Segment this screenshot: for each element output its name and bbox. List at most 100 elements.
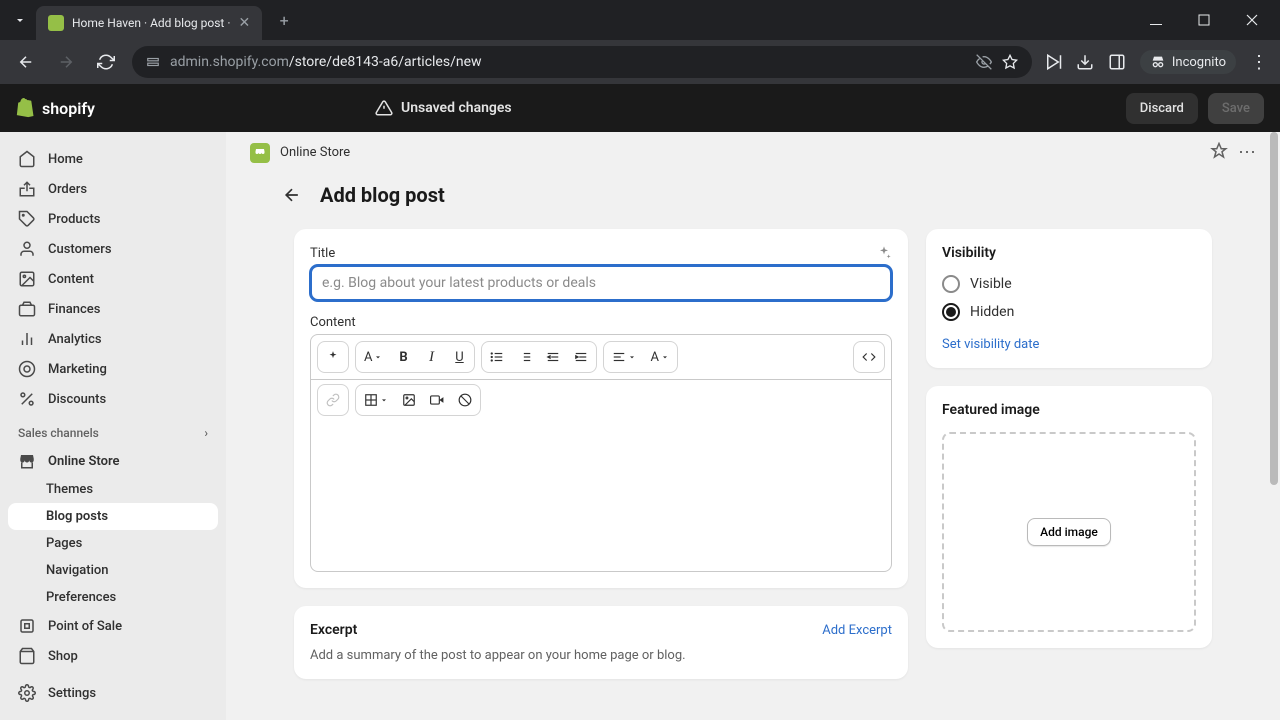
nav-orders[interactable]: Orders xyxy=(8,174,218,204)
page-title: Add blog post xyxy=(320,183,445,207)
rte-color[interactable]: A xyxy=(644,344,674,370)
add-image-button[interactable]: Add image xyxy=(1027,518,1111,546)
shop-icon xyxy=(18,647,36,665)
shopify-bag-icon xyxy=(16,97,36,119)
chevron-right-icon[interactable]: › xyxy=(204,426,208,440)
close-window[interactable] xyxy=(1232,4,1272,36)
nav-navigation[interactable]: Navigation xyxy=(8,557,218,584)
nav-settings[interactable]: Settings xyxy=(8,678,218,708)
rte-align[interactable] xyxy=(606,344,642,370)
media-control-icon[interactable] xyxy=(1044,53,1062,71)
eye-off-icon[interactable] xyxy=(976,54,992,70)
address-bar[interactable]: admin.shopify.com/store/de8143-a6/articl… xyxy=(132,46,1032,78)
browser-back[interactable] xyxy=(12,48,40,76)
rte-underline[interactable]: U xyxy=(446,344,472,370)
browser-forward[interactable] xyxy=(52,48,80,76)
title-label: Title xyxy=(310,246,335,261)
finances-icon xyxy=(18,300,36,318)
ai-sparkle-icon[interactable] xyxy=(876,245,892,261)
nav-products[interactable]: Products xyxy=(8,204,218,234)
incognito-badge[interactable]: Incognito xyxy=(1140,50,1236,74)
close-tab-icon[interactable]: ✕ xyxy=(238,15,250,31)
new-tab-button[interactable]: + xyxy=(270,6,298,34)
rte-html[interactable] xyxy=(856,344,882,370)
nav-themes[interactable]: Themes xyxy=(8,476,218,503)
maximize-window[interactable] xyxy=(1184,4,1224,36)
unsaved-indicator: Unsaved changes xyxy=(375,99,512,117)
store-icon xyxy=(18,452,36,470)
incognito-icon xyxy=(1150,54,1166,70)
nav-pos[interactable]: Point of Sale xyxy=(8,611,218,641)
nav-online-store[interactable]: Online Store xyxy=(8,446,218,476)
rte-video[interactable] xyxy=(424,387,450,413)
visible-radio[interactable]: Visible xyxy=(942,275,1196,293)
pin-icon[interactable] xyxy=(1210,142,1228,160)
nav-customers[interactable]: Customers xyxy=(8,234,218,264)
rte-image[interactable] xyxy=(396,387,422,413)
content-editor[interactable] xyxy=(310,422,892,572)
browser-menu[interactable]: ⋮ xyxy=(1250,52,1268,73)
rte-number-list[interactable] xyxy=(512,344,538,370)
sidepanel-icon[interactable] xyxy=(1108,53,1126,71)
image-dropzone[interactable]: Add image xyxy=(942,432,1196,632)
discounts-icon xyxy=(18,390,36,408)
rte-indent[interactable] xyxy=(568,344,594,370)
content-icon xyxy=(18,270,36,288)
back-button[interactable] xyxy=(278,181,306,209)
nav-marketing[interactable]: Marketing xyxy=(8,354,218,384)
home-icon xyxy=(18,150,36,168)
marketing-icon xyxy=(18,360,36,378)
rte-clear[interactable] xyxy=(452,387,478,413)
bookmark-star-icon[interactable] xyxy=(1002,54,1018,70)
url-text: admin.shopify.com/store/de8143-a6/articl… xyxy=(170,54,966,70)
add-excerpt-button[interactable]: Add Excerpt xyxy=(822,623,892,638)
rte-link[interactable] xyxy=(320,387,346,413)
content-label: Content xyxy=(310,315,892,330)
title-input[interactable] xyxy=(310,265,892,301)
discard-button[interactable]: Discard xyxy=(1126,93,1198,124)
downloads-icon[interactable] xyxy=(1076,53,1094,71)
save-button[interactable]: Save xyxy=(1208,93,1264,124)
tab-search-dropdown[interactable] xyxy=(8,8,32,32)
browser-tab[interactable]: Home Haven · Add blog post · ✕ xyxy=(36,6,262,40)
featured-image-card: Featured image Add image xyxy=(926,386,1212,648)
nav-analytics[interactable]: Analytics xyxy=(8,324,218,354)
title-content-card: Title Content A B I U xyxy=(294,229,908,588)
rte-paragraph[interactable]: A xyxy=(358,344,388,370)
nav-finances[interactable]: Finances xyxy=(8,294,218,324)
nav-preferences[interactable]: Preferences xyxy=(8,584,218,611)
context-label[interactable]: Online Store xyxy=(280,145,350,160)
tab-title: Home Haven · Add blog post · xyxy=(72,16,230,30)
rte-table[interactable] xyxy=(358,387,394,413)
rte-bold[interactable]: B xyxy=(390,344,416,370)
rte-italic[interactable]: I xyxy=(418,344,444,370)
rte-ai-icon[interactable] xyxy=(320,344,346,370)
browser-reload[interactable] xyxy=(92,48,120,76)
orders-icon xyxy=(18,180,36,198)
nav-discounts[interactable]: Discounts xyxy=(8,384,218,414)
analytics-icon xyxy=(18,330,36,348)
warning-icon xyxy=(375,99,393,117)
set-visibility-date[interactable]: Set visibility date xyxy=(942,337,1039,352)
nav-home[interactable]: Home xyxy=(8,144,218,174)
rte-bullet-list[interactable] xyxy=(484,344,510,370)
online-store-icon xyxy=(250,143,270,163)
radio-checked-icon xyxy=(942,303,960,321)
shopify-favicon xyxy=(48,15,64,31)
nav-pages[interactable]: Pages xyxy=(8,530,218,557)
shopify-logo[interactable]: shopify xyxy=(16,97,95,119)
nav-blog-posts[interactable]: Blog posts xyxy=(8,503,218,530)
rte-outdent[interactable] xyxy=(540,344,566,370)
hidden-radio[interactable]: Hidden xyxy=(942,303,1196,321)
sales-channels-header: Sales channels› xyxy=(8,414,218,446)
settings-icon xyxy=(18,684,36,702)
minimize-window[interactable] xyxy=(1136,4,1176,36)
site-settings-icon[interactable] xyxy=(146,55,160,69)
more-actions[interactable]: ⋯ xyxy=(1238,142,1256,163)
customers-icon xyxy=(18,240,36,258)
nav-content[interactable]: Content xyxy=(8,264,218,294)
scrollbar[interactable] xyxy=(1270,132,1278,720)
pos-icon xyxy=(18,617,36,635)
radio-icon xyxy=(942,275,960,293)
nav-shop[interactable]: Shop xyxy=(8,641,218,671)
